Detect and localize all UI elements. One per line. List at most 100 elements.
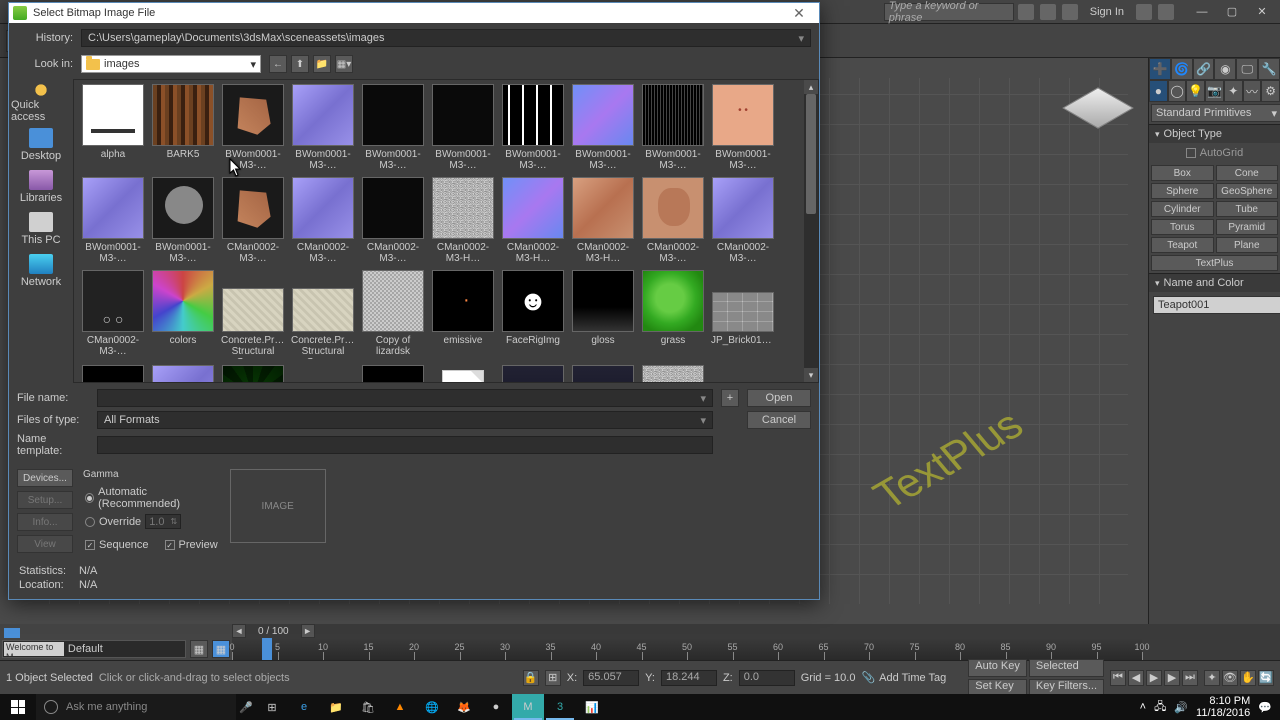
utilities-tab[interactable]: 🔧 (1258, 58, 1280, 80)
nav-icon3[interactable]: ✋ (1240, 670, 1256, 686)
filetype-dropdown[interactable]: All Formats (97, 411, 713, 429)
y-coord[interactable]: 18.244 (661, 670, 717, 686)
help-search[interactable]: Type a keyword or phrase (884, 3, 1014, 21)
autokey-button[interactable]: Auto Key (968, 659, 1027, 677)
next-key-icon[interactable]: ▶ (1164, 670, 1180, 686)
create-tab[interactable]: ➕ (1149, 58, 1171, 80)
file-item[interactable]: ☻FaceRigImg (498, 270, 568, 359)
help2-icon[interactable] (1158, 4, 1174, 20)
file-item[interactable] (568, 365, 638, 383)
box-button[interactable]: Box (1151, 165, 1214, 181)
network-icon[interactable]: 🖧 (1154, 698, 1166, 717)
scrollbar[interactable]: ▴ ▾ (804, 80, 818, 382)
add-file-button[interactable]: + (721, 389, 739, 407)
shapes-icon[interactable]: ◯ (1168, 80, 1187, 102)
file-item[interactable]: BWom0001-M3-… (428, 84, 498, 171)
file-item[interactable]: BWom0001-M3-… (358, 84, 428, 171)
file-item[interactable]: BWom0001-M3-… (568, 84, 638, 171)
edge-icon[interactable]: e (288, 694, 320, 720)
file-item[interactable]: CMan0002-M3-H… (568, 177, 638, 264)
signin-link[interactable]: Sign In (1084, 6, 1130, 18)
help-icon[interactable] (1018, 4, 1034, 20)
file-item[interactable] (638, 365, 708, 383)
file-item[interactable]: CMan0002-M3-… (358, 177, 428, 264)
play-icon[interactable]: ▶ (1146, 670, 1162, 686)
pyramid-button[interactable]: Pyramid (1216, 219, 1279, 235)
cloud-icon[interactable] (1062, 4, 1078, 20)
ws-icon1[interactable]: ▦ (190, 640, 208, 658)
sphere-button[interactable]: Sphere (1151, 183, 1214, 199)
torus-button[interactable]: Torus (1151, 219, 1214, 235)
file-item[interactable]: CMan0002-M3-H… (498, 177, 568, 264)
file-list[interactable]: alphaBARK5BWom0001-M3-…BWom0001-M3-…BWom… (73, 79, 819, 383)
gamma-spinner[interactable]: 1.0 (145, 514, 181, 529)
dialog-titlebar[interactable]: Select Bitmap Image File ✕ (9, 3, 819, 23)
next-frame-button[interactable]: ► (301, 624, 315, 638)
nav-icon1[interactable]: ✦ (1204, 670, 1220, 686)
3dsmax2-icon[interactable]: 3 (544, 694, 576, 720)
file-item[interactable]: emissive (428, 270, 498, 359)
file-item[interactable]: BWom0001-M3-… (218, 84, 288, 171)
tray-up-icon[interactable]: ˄ (1140, 701, 1146, 713)
file-item[interactable]: CMan0002-M3-… (78, 270, 148, 359)
newfolder-button[interactable]: 📁 (313, 55, 331, 73)
file-item[interactable]: alpha (78, 84, 148, 171)
scroll-down-button[interactable]: ▾ (804, 368, 818, 382)
file-item[interactable] (358, 365, 428, 383)
ws-icon2[interactable]: ▦ (212, 640, 230, 658)
gamma-auto-radio[interactable]: Automatic (Recommended) (85, 486, 218, 510)
geosphere-button[interactable]: GeoSphere (1216, 183, 1279, 199)
file-item[interactable] (148, 365, 218, 383)
preview-checkbox[interactable]: Preview (165, 539, 218, 551)
chrome-icon[interactable]: 🌐 (416, 694, 448, 720)
file-item[interactable]: BWom0001-M3-… (78, 177, 148, 264)
back-button[interactable]: ← (269, 55, 287, 73)
object-type-rollout[interactable]: Object Type (1149, 124, 1280, 143)
cylinder-button[interactable]: Cylinder (1151, 201, 1214, 217)
scroll-up-button[interactable]: ▴ (804, 80, 818, 94)
selected-dd[interactable]: Selected (1029, 659, 1104, 677)
start-button[interactable] (0, 694, 36, 720)
file-item[interactable]: BWom0001-M3-… (708, 84, 778, 171)
teapot-button[interactable]: Teapot (1151, 237, 1214, 253)
nav-icon2[interactable]: 👁 (1222, 670, 1238, 686)
volume-icon[interactable]: 🔊 (1174, 701, 1188, 714)
file-item[interactable]: Copy of lizardsk (358, 270, 428, 359)
cortana-search[interactable]: Ask me anything (36, 694, 236, 720)
notifications-icon[interactable]: 💬 (1258, 701, 1272, 714)
file-item[interactable]: BARK5 (148, 84, 218, 171)
file-item[interactable]: CMan0002-M3-H… (428, 177, 498, 264)
add-time-tag[interactable]: 📎Add Time Tag (861, 671, 946, 684)
file-item[interactable]: BWom0001-M3-… (638, 84, 708, 171)
place-libraries[interactable]: Libraries (11, 167, 71, 207)
file-item[interactable]: CMan0002-M3-… (638, 177, 708, 264)
app1-icon[interactable]: ● (480, 694, 512, 720)
lock-icon[interactable]: 🔒 (523, 670, 539, 686)
gamma-override-radio[interactable]: Override1.0 (85, 514, 218, 529)
up-button[interactable]: ⬆ (291, 55, 309, 73)
viewmenu-button[interactable]: ▦▾ (335, 55, 353, 73)
dialog-close-button[interactable]: ✕ (783, 4, 815, 22)
cancel-button[interactable]: Cancel (747, 411, 811, 429)
star-icon[interactable] (1040, 4, 1056, 20)
file-item[interactable]: Concrete.Precast Structural Conc… (218, 270, 288, 359)
explorer-icon[interactable]: 📁 (320, 694, 352, 720)
place-this-pc[interactable]: This PC (11, 209, 71, 249)
store-icon[interactable]: 🛍 (352, 694, 384, 720)
sequence-checkbox[interactable]: Sequence (85, 539, 149, 551)
cameras-icon[interactable]: 📷 (1205, 80, 1224, 102)
time-slider[interactable]: ◄ 0 / 100 ► 0510152025303540455055606570… (232, 624, 1142, 660)
modify-tab[interactable]: 🌀 (1171, 58, 1193, 80)
display-tab[interactable]: 🖵 (1236, 58, 1258, 80)
snap-icon[interactable]: ⊞ (545, 670, 561, 686)
file-item[interactable]: CMan0002-M3-… (288, 177, 358, 264)
maxscript-mini[interactable]: Welcome to M… (4, 642, 64, 656)
update-icon[interactable] (1136, 4, 1152, 20)
file-item[interactable]: CMan0002-M3-… (218, 177, 288, 264)
tray-clock[interactable]: 8:10 PM11/18/2016 (1196, 695, 1250, 719)
category-dropdown[interactable]: Standard Primitives (1151, 104, 1280, 122)
file-item[interactable]: CMan0002-M3-… (708, 177, 778, 264)
app2-icon[interactable]: 📊 (576, 694, 608, 720)
taskview-icon[interactable]: ⊞ (256, 694, 288, 720)
file-item[interactable] (428, 365, 498, 383)
